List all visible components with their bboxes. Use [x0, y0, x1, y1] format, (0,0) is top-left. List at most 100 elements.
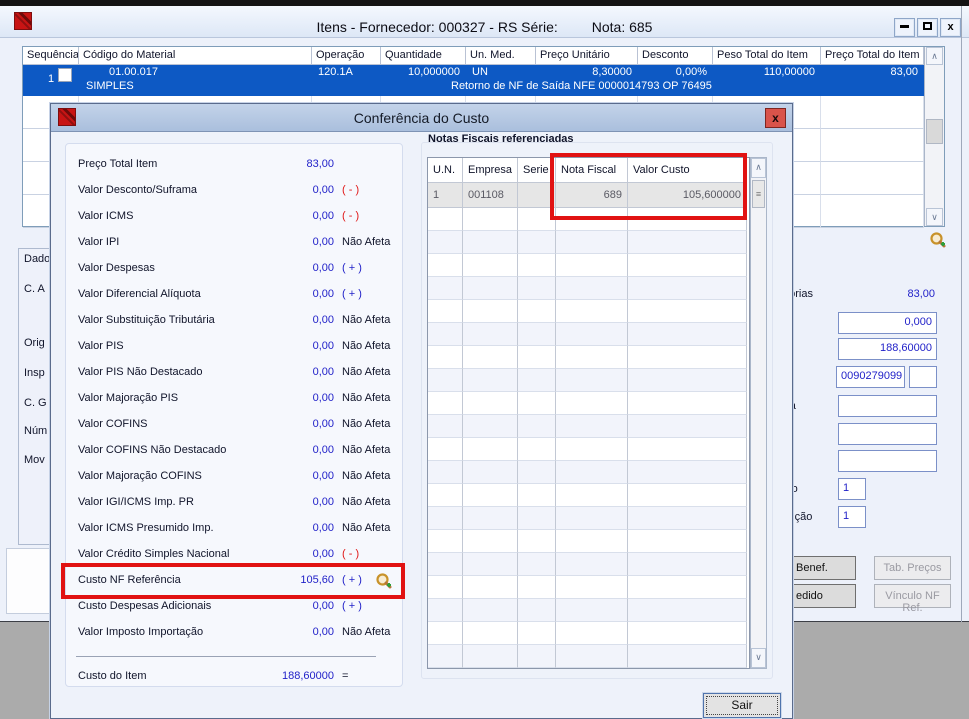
search-records-icon-slot	[928, 231, 948, 251]
nf-empty-cell	[628, 277, 747, 300]
cost-row-label: Valor Desconto/Suframa	[78, 184, 197, 196]
cost-row-value: 0,00	[186, 184, 334, 196]
nf-empty-cell	[463, 277, 518, 300]
nf-empty-row	[428, 622, 749, 645]
nf-empty-cell	[428, 484, 463, 507]
scroll-down-icon[interactable]: ∨	[926, 208, 943, 226]
column-header[interactable]: Un. Med.	[466, 47, 536, 65]
column-header[interactable]: Preço Unitário	[536, 47, 638, 65]
items-scrollbar[interactable]: ∧ ∨	[924, 47, 944, 226]
nf-empty-cell	[463, 484, 518, 507]
cost-row: Valor ICMS Presumido Imp.0,00Não Afeta	[66, 516, 402, 542]
scroll-thumb[interactable]	[926, 119, 943, 144]
total-separator	[76, 656, 376, 657]
magnifier-icon[interactable]	[928, 231, 948, 251]
screen: Itens - Fornecedor: 000327 - RS Série:No…	[0, 0, 969, 719]
benef-button[interactable]: Benef.	[793, 556, 856, 580]
bg-label: C. G	[24, 397, 47, 409]
nf-empty-cell	[518, 231, 556, 254]
nf-empty-cell	[428, 530, 463, 553]
bg-label: Insp	[24, 367, 45, 379]
cost-row: Valor COFINS0,00Não Afeta	[66, 412, 402, 438]
nf-empty-cell	[518, 346, 556, 369]
nf-empty-cell	[428, 415, 463, 438]
nf-column-header[interactable]: Empresa	[463, 158, 518, 183]
cost-row: Valor Desconto/Suframa0,00 ( - )	[66, 178, 402, 204]
scroll-up-icon[interactable]: ∧	[751, 158, 766, 178]
valor-field[interactable]: 0,000	[838, 312, 937, 334]
cost-row-suffix: Não Afeta	[342, 626, 390, 638]
operacao-field[interactable]: 1	[838, 478, 866, 500]
cost-row-suffix: Não Afeta	[342, 340, 390, 352]
maximize-button[interactable]	[917, 18, 938, 37]
adicao-field[interactable]: 1	[838, 506, 866, 528]
pedido-button[interactable]: edido	[793, 584, 856, 608]
cost-row-suffix: ( - )	[342, 184, 359, 196]
nf-empty-cell	[428, 208, 463, 231]
cost-row-label: Valor Diferencial Alíquota	[78, 288, 201, 300]
column-header[interactable]: Desconto	[638, 47, 713, 65]
column-header[interactable]: Código do Material	[79, 47, 312, 65]
item-material-desc: SIMPLES	[86, 80, 134, 92]
cost-row-value: 83,00	[186, 158, 334, 170]
column-header[interactable]: Peso Total do Item	[713, 47, 821, 65]
nf-empty-cell	[556, 231, 628, 254]
cost-row: Valor PIS0,00Não Afeta	[66, 334, 402, 360]
nf-empty-row	[428, 507, 749, 530]
nf-empty-cell	[556, 553, 628, 576]
nf-column-header[interactable]: U.N.	[428, 158, 463, 183]
nf-empty-row	[428, 323, 749, 346]
nf-referenced-table: U.N.EmpresaSerieNota FiscalValor Custo10…	[427, 157, 750, 669]
column-header[interactable]: Quantidade	[381, 47, 466, 65]
nf-empty-row	[428, 254, 749, 277]
nf-empty-cell	[518, 507, 556, 530]
cost-row-label: Valor Majoração COFINS	[78, 470, 202, 482]
nf-empty-cell	[556, 576, 628, 599]
nf-empty-cell	[628, 300, 747, 323]
nf-empty-row	[428, 231, 749, 254]
modal-title: Conferência do Custo	[51, 110, 792, 126]
vinculo-nf-button[interactable]: Vínculo NF Ref.	[874, 584, 951, 608]
sair-button[interactable]: Sair	[703, 693, 781, 718]
scroll-down-icon[interactable]: ∨	[751, 648, 766, 668]
cost-breakdown-panel: Preço Total Item83,00Valor Desconto/Sufr…	[65, 143, 403, 687]
nf-empty-cell	[428, 277, 463, 300]
cost-row-suffix: ( - )	[342, 548, 359, 560]
nf-empty-cell	[518, 415, 556, 438]
nf-empty-cell	[556, 300, 628, 323]
cost-row-suffix: Não Afeta	[342, 444, 390, 456]
compra-field[interactable]	[838, 395, 937, 417]
nf-empty-row	[428, 346, 749, 369]
empty-field[interactable]	[838, 450, 937, 472]
column-header[interactable]: Preço Total do Item	[821, 47, 924, 65]
nf-empty-cell	[463, 599, 518, 622]
ncm-field[interactable]: 0090279099	[836, 366, 905, 388]
nf-empty-cell	[463, 461, 518, 484]
nf-empty-cell	[428, 392, 463, 415]
cost-row-value: 0,00	[186, 262, 334, 274]
scroll-up-icon[interactable]: ∧	[926, 47, 943, 65]
cost-row: Valor Despesas0,00( + )	[66, 256, 402, 282]
small-field[interactable]	[909, 366, 937, 388]
custo-field[interactable]: 188,60000	[838, 338, 937, 360]
scroll-thumb[interactable]: ≡	[752, 180, 765, 208]
close-button[interactable]: x	[940, 18, 961, 37]
column-header[interactable]: Sequência	[23, 47, 79, 65]
nf-empty-cell	[428, 599, 463, 622]
nf-empty-cell	[518, 622, 556, 645]
column-header[interactable]: Operação	[312, 47, 381, 65]
nf-empty-cell	[518, 300, 556, 323]
tab-precos-button[interactable]: Tab. Preços	[874, 556, 951, 580]
modal-close-button[interactable]: x	[765, 108, 786, 128]
item-row-selected[interactable]: 1 01.00.017 120.1A 10,000000 UN 8,30000 …	[23, 65, 924, 96]
nf-empty-row	[428, 599, 749, 622]
empty-field[interactable]	[838, 423, 937, 445]
nf-scrollbar[interactable]: ∧ ≡ ∨	[750, 157, 767, 669]
cost-row-value: 0,00	[186, 210, 334, 222]
nf-empty-cell	[518, 392, 556, 415]
nf-empty-cell	[428, 438, 463, 461]
cost-row-suffix: Não Afeta	[342, 522, 390, 534]
cost-row: Valor ICMS0,00( - )	[66, 204, 402, 230]
minimize-button[interactable]	[894, 18, 915, 37]
modal-titlebar: Conferência do Custo x	[51, 104, 792, 132]
